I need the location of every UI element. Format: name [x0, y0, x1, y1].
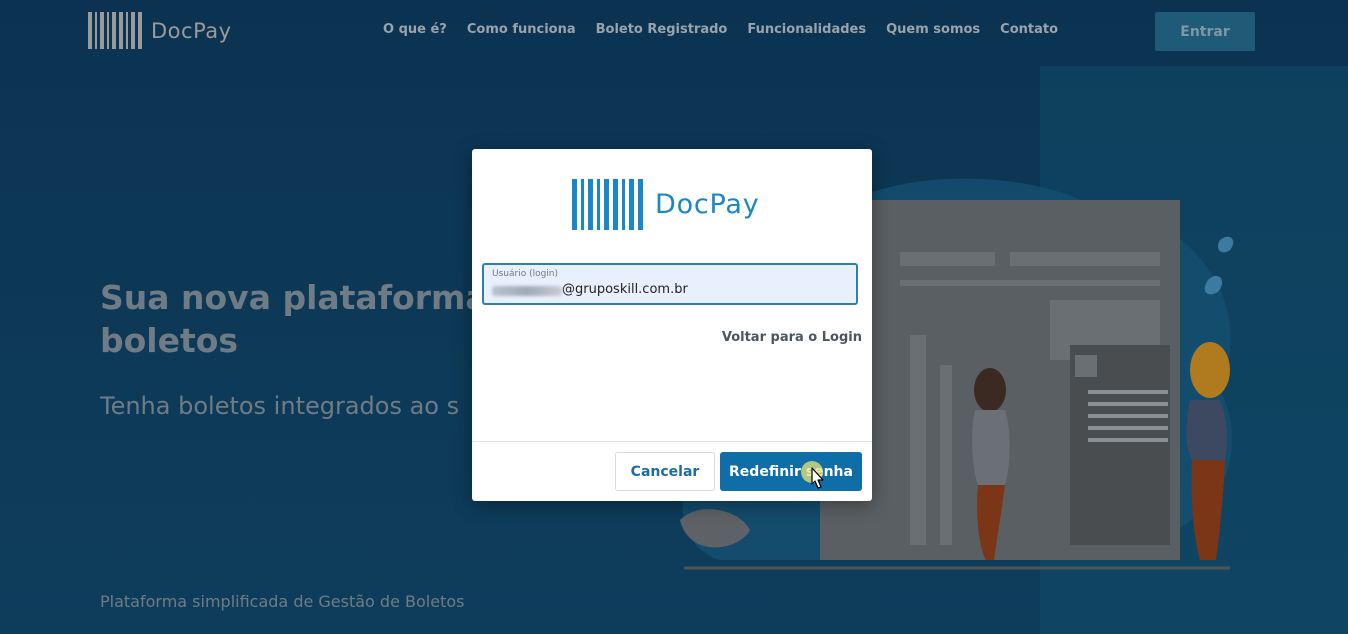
- back-to-login-link[interactable]: Voltar para o Login: [722, 330, 862, 345]
- reset-password-dialog: DocPay Usuário (login) @gruposkill.com.b…: [472, 149, 872, 501]
- username-field[interactable]: Usuário (login) @gruposkill.com.br: [482, 263, 858, 305]
- redacted-username: [492, 286, 562, 296]
- username-label: Usuário (login): [492, 269, 559, 279]
- cancel-button[interactable]: Cancelar: [615, 452, 715, 491]
- username-input-value[interactable]: @gruposkill.com.br: [562, 282, 688, 297]
- barcode-logo-icon: [572, 179, 647, 230]
- reset-password-button[interactable]: Redefinir senha: [720, 452, 862, 491]
- modal-divider: [472, 441, 872, 442]
- modal-logo: DocPay: [572, 179, 760, 230]
- modal-logo-text: DocPay: [655, 189, 760, 220]
